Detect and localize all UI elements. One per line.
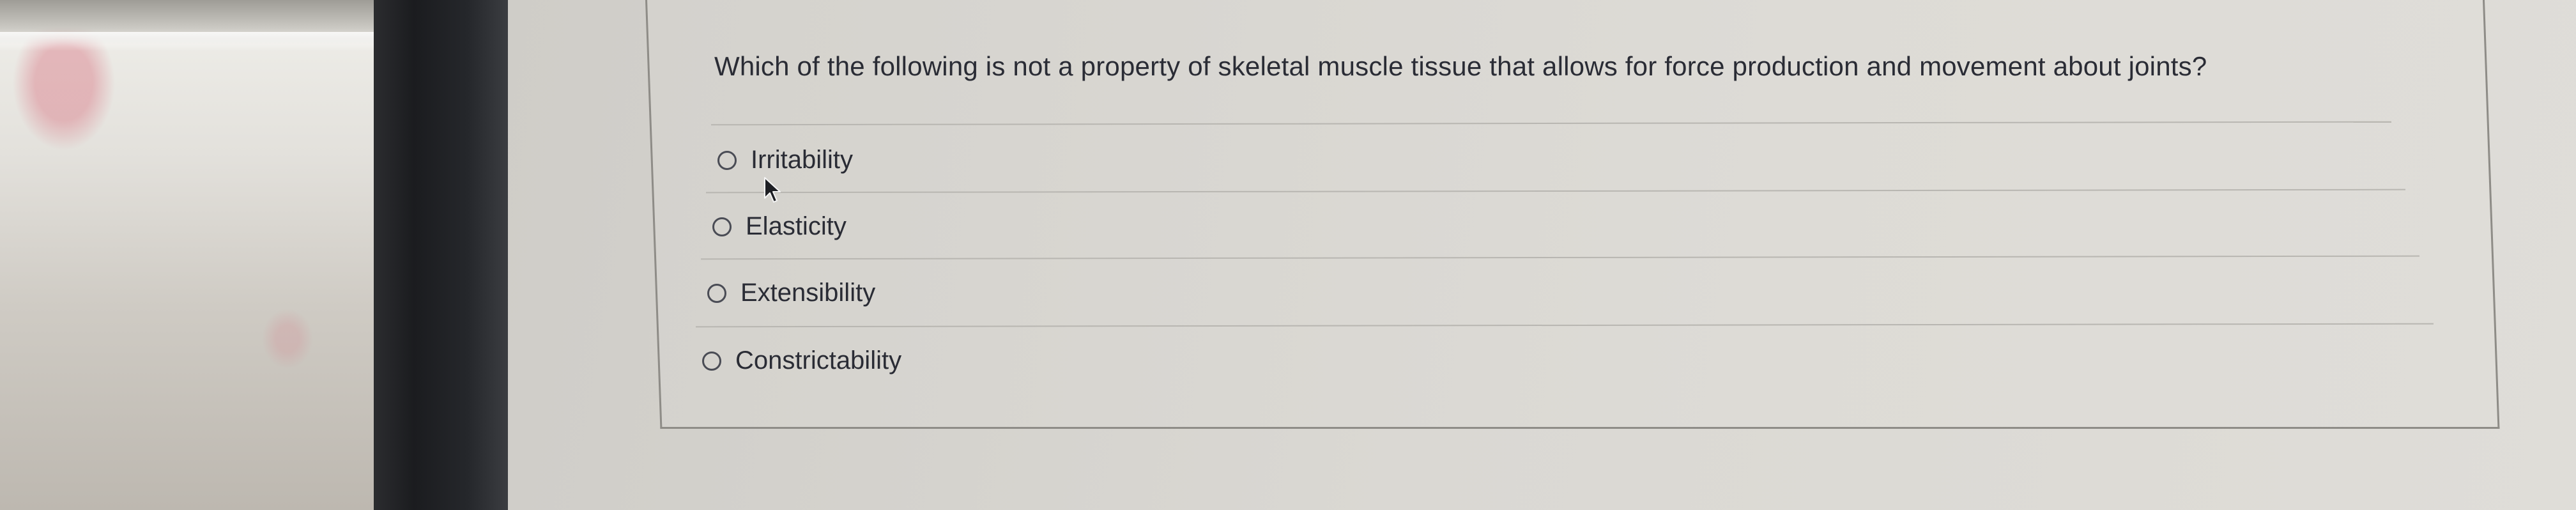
answer-option-elasticity[interactable]: Elasticity — [712, 212, 847, 241]
radio-unchecked-icon[interactable] — [707, 283, 726, 303]
question-card: Which of the following is not a property… — [645, 0, 2500, 429]
question-text: Which of the following is not a property… — [714, 51, 2207, 81]
photo-background — [0, 0, 390, 510]
answer-option-extensibility[interactable]: Extensibility — [707, 279, 875, 307]
answer-option-constrictability[interactable]: Constrictability — [702, 346, 901, 375]
divider — [711, 121, 2391, 126]
radio-unchecked-icon[interactable] — [702, 351, 721, 371]
divider — [696, 323, 2434, 328]
photo-background-rim — [0, 32, 409, 51]
radio-unchecked-icon[interactable] — [712, 217, 732, 236]
answer-option-label: Extensibility — [740, 279, 876, 307]
answer-option-label: Irritability — [751, 146, 854, 174]
divider — [701, 255, 2419, 260]
divider — [706, 189, 2405, 194]
radio-unchecked-icon[interactable] — [717, 150, 737, 170]
answer-option-label: Elasticity — [746, 212, 847, 240]
mouse-pointer-icon — [764, 177, 781, 203]
monitor-bezel — [374, 0, 508, 510]
answer-option-irritability[interactable]: Irritability — [717, 146, 853, 174]
answer-option-label: Constrictability — [735, 346, 902, 375]
